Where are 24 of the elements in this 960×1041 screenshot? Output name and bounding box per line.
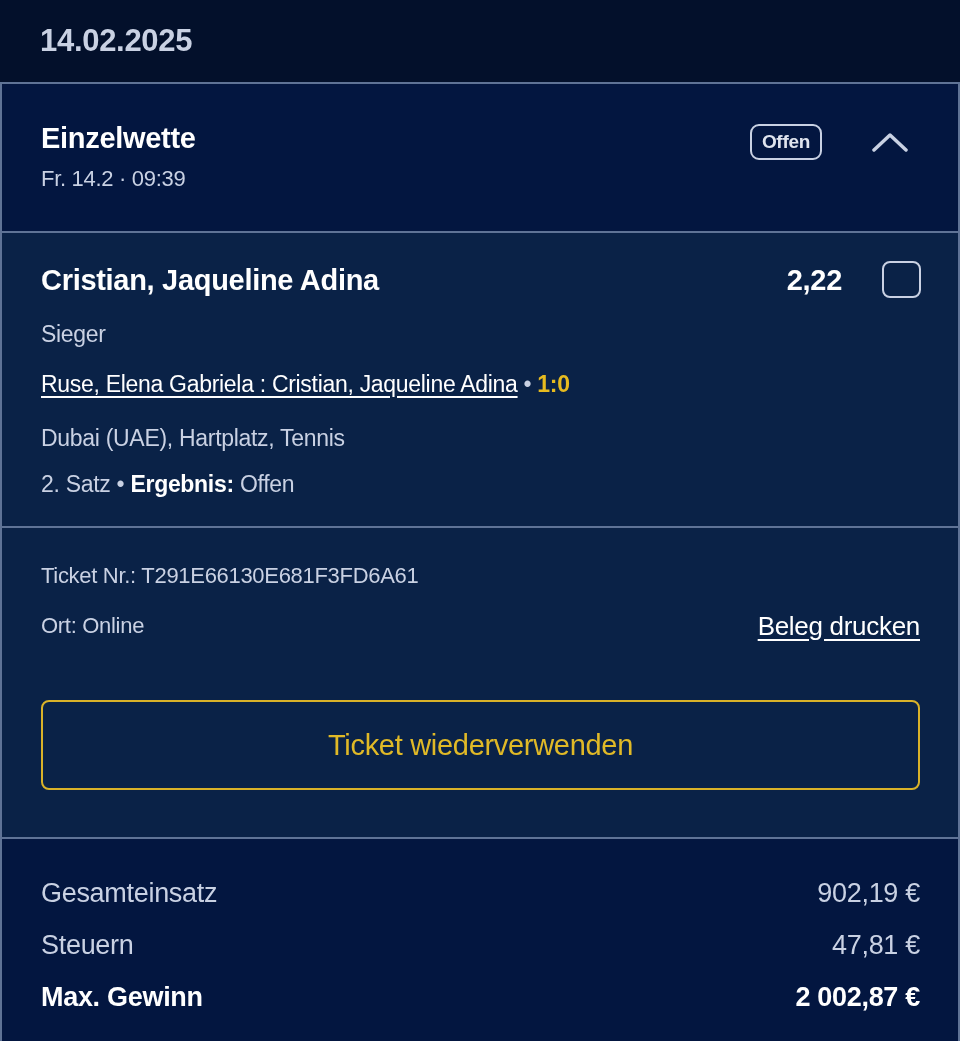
bet-type-title: Einzelwette	[41, 121, 196, 156]
chevron-up-icon[interactable]	[872, 132, 908, 152]
status-badge: Offen	[749, 124, 822, 160]
odds-value: 2,22	[786, 262, 842, 298]
date-heading: 14.02.2025	[40, 21, 193, 60]
reuse-ticket-button[interactable]: Ticket wiederverwenden	[41, 700, 920, 790]
selection-name: Cristian, Jaqueline Adina	[41, 262, 379, 298]
summary-value: 2 002,87 €	[795, 981, 920, 1014]
summary-value: 902,19 €	[817, 877, 920, 910]
location-text: Ort: Online	[41, 612, 145, 640]
summary-label: Max. Gewinn	[41, 981, 203, 1014]
event-info: Dubai (UAE), Hartplatz, Tennis	[41, 424, 346, 452]
summary-value: 47,81 €	[832, 929, 920, 962]
checkbox[interactable]	[882, 261, 921, 298]
summary-label: Gesamteinsatz	[41, 877, 218, 910]
ticket-number: Ticket Nr.: T291E66130E681F3FD6A61	[41, 562, 420, 590]
match-link[interactable]: Ruse, Elena Gabriela : Cristian, Jaqueline Adina	[41, 370, 518, 398]
set-result-text: 2. Satz • Ergebnis: Offen	[41, 470, 296, 498]
score-value: 1:0	[537, 370, 570, 398]
market-label: Sieger	[41, 320, 107, 348]
bet-datetime: Fr. 14.2 · 09:39	[41, 166, 187, 192]
print-receipt-link[interactable]: Beleg drucken	[757, 610, 920, 642]
summary-label: Steuern	[41, 929, 134, 962]
separator-dot: •	[523, 370, 532, 398]
